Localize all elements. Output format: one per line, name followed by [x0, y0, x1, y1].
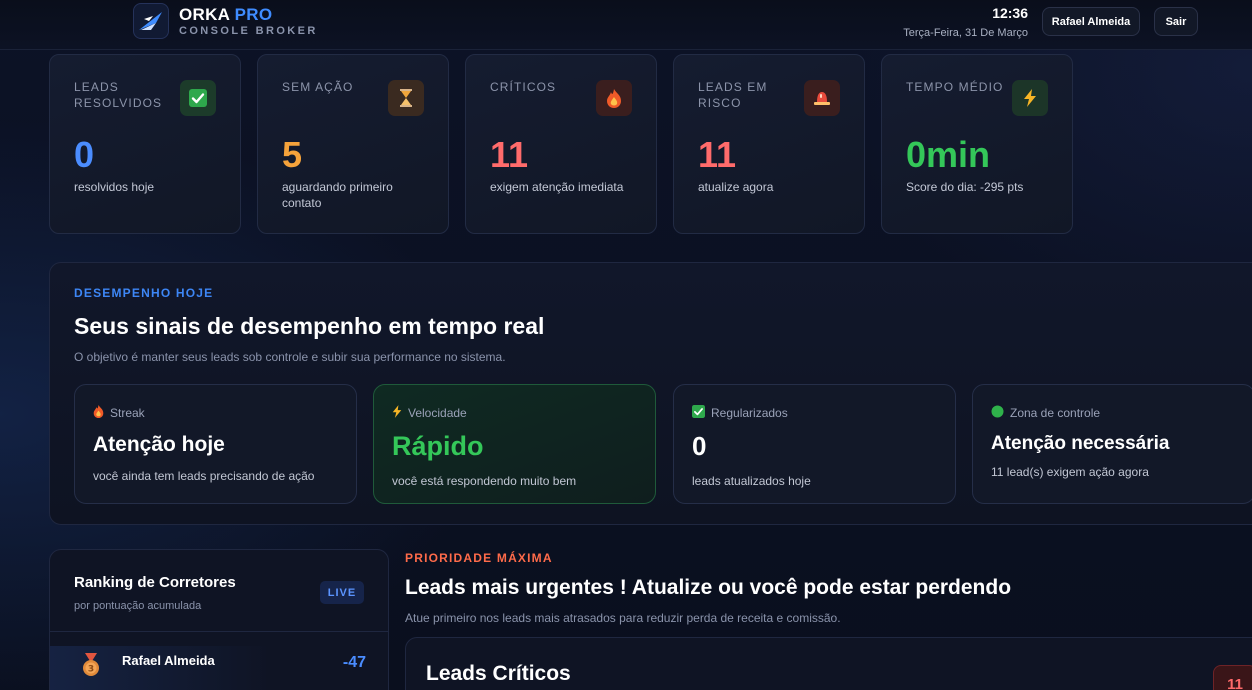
bronze-medal-icon: 3 [80, 653, 102, 677]
stat-card-leads-em-risco[interactable]: Leads em risco 11 atualize agora [673, 54, 865, 234]
stat-label: Críticos [490, 80, 557, 94]
stat-card-leads-resolvidos[interactable]: Leads resolvidos 0 resolvidos hoje [49, 54, 241, 234]
fire-icon [93, 405, 104, 421]
logout-button[interactable]: Sair [1154, 7, 1198, 36]
signal-value: Atenção necessária [991, 433, 1170, 454]
signal-label: Velocidade [408, 406, 467, 420]
ranking-name: Rafael Almeida [122, 653, 215, 668]
brand-title: ORKA PRO [179, 6, 318, 24]
stat-desc: Score do dia: -295 pts [906, 180, 1024, 194]
signal-head: Velocidade [392, 405, 637, 421]
stat-card-sem-acao[interactable]: Sem ação 5 aguardando primeiro contato [257, 54, 449, 234]
critical-leads-title: Leads Críticos [426, 662, 571, 685]
signal-label: Regularizados [711, 406, 788, 420]
stat-desc: resolvidos hoje [74, 180, 155, 194]
performance-kicker: DESEMPENHO HOJE [74, 286, 214, 300]
signal-desc: 11 lead(s) exigem ação agora [991, 465, 1149, 479]
signal-value: Rápido [392, 431, 484, 461]
stat-card-tempo-medio[interactable]: Tempo médio 0min Score do dia: -295 pts [881, 54, 1073, 234]
stat-value: 11 [490, 134, 529, 175]
signal-head: Streak [93, 405, 338, 421]
top-header: ORKA PRO CONSOLE BROKER 12:36 Terça-Feir… [0, 0, 1252, 50]
signal-card-velocidade[interactable]: Velocidade Rápido você está respondendo … [373, 384, 656, 504]
critical-leads-panel: Leads Críticos 11 [405, 637, 1252, 690]
clock-date: Terça-Feira, 31 De Março [903, 27, 1028, 39]
stat-value: 5 [282, 134, 303, 175]
signal-value: 0 [692, 431, 707, 461]
clock-time: 12:36 [992, 5, 1028, 21]
stat-desc: atualize agora [698, 180, 774, 194]
signal-card-zona-de-controle[interactable]: Zona de controle Atenção necessária 11 l… [972, 384, 1252, 504]
brand: ORKA PRO CONSOLE BROKER [179, 6, 318, 38]
urgent-title: Leads mais urgentes ! Atualize ou você p… [405, 576, 1012, 599]
stat-value: 0 [74, 134, 95, 175]
urgent-kicker: PRIORIDADE MÁXIMA [405, 551, 553, 565]
brand-subtitle: CONSOLE BROKER [179, 25, 318, 37]
stat-label: Leads resolvidos [74, 80, 163, 110]
signal-label: Streak [110, 406, 145, 420]
performance-panel: DESEMPENHO HOJE Seus sinais de desempenh… [49, 262, 1252, 525]
ranking-score: -47 [342, 654, 366, 671]
stat-card-criticos[interactable]: Críticos 11 exigem atenção imediata [465, 54, 657, 234]
stat-desc: aguardando primeiro contato [282, 180, 393, 210]
stat-value: 11 [698, 134, 737, 175]
fire-icon [596, 80, 632, 116]
brand-accent: PRO [234, 5, 273, 24]
signal-head: Zona de controle [991, 405, 1236, 421]
user-button[interactable]: Rafael Almeida [1042, 7, 1140, 36]
brand-main: ORKA [179, 5, 230, 24]
hourglass-icon [388, 80, 424, 116]
signal-head: Regularizados [692, 405, 937, 421]
lightning-icon [1012, 80, 1048, 116]
signal-card-regularizados[interactable]: Regularizados 0 leads atualizados hoje [673, 384, 956, 504]
alarm-icon [804, 80, 840, 116]
stat-label: Sem ação [282, 80, 354, 94]
ranking-divider [50, 631, 388, 632]
signal-desc: você ainda tem leads precisando de ação [93, 469, 315, 483]
critical-count-badge[interactable]: 11 [1213, 665, 1252, 690]
signal-value: Atenção hoje [93, 433, 225, 456]
check-icon [180, 80, 216, 116]
clock: 12:36 Terça-Feira, 31 De Março [903, 5, 1028, 39]
ranking-row[interactable]: 3 Rafael Almeida -47 [50, 646, 388, 690]
performance-title: Seus sinais de desempenho em tempo real [74, 313, 545, 339]
stat-desc: exigem atenção imediata [490, 180, 624, 194]
stat-value: 0min [906, 134, 991, 175]
signal-desc: você está respondendo muito bem [392, 474, 577, 488]
urgent-subtitle: Atue primeiro nos leads mais atrasados p… [405, 611, 841, 625]
orka-logo-icon[interactable] [133, 3, 169, 39]
live-badge: LIVE [320, 581, 364, 604]
ranking-title: Ranking de Corretores [74, 574, 236, 591]
ranking-subtitle: por pontuação acumulada [74, 600, 202, 612]
green-dot-icon [991, 405, 1004, 421]
stat-label: Leads em risco [698, 80, 768, 110]
lightning-icon [392, 405, 402, 421]
stat-label: Tempo médio [906, 80, 1004, 94]
performance-subtitle: O objetivo é manter seus leads sob contr… [74, 350, 506, 364]
signal-label: Zona de controle [1010, 406, 1101, 420]
signal-desc: leads atualizados hoje [692, 474, 811, 488]
signal-card-streak[interactable]: Streak Atenção hoje você ainda tem leads… [74, 384, 357, 504]
ranking-panel: Ranking de Corretores por pontuação acum… [49, 549, 389, 690]
svg-text:3: 3 [88, 665, 94, 675]
check-icon [692, 405, 705, 421]
